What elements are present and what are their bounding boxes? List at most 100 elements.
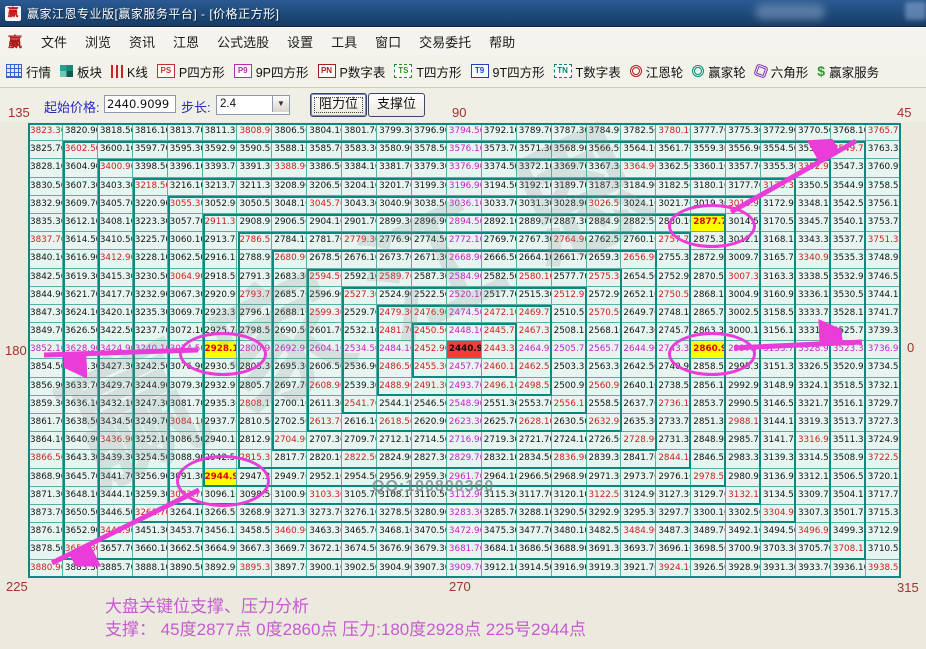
grid-cell: 2772.10 xyxy=(447,232,482,250)
toolbar-label: 板块 xyxy=(77,62,102,81)
grid-cell: 3780.10 xyxy=(656,123,691,141)
grid-cell: 3648.10 xyxy=(63,487,98,505)
menu-item-浏览[interactable]: 浏览 xyxy=(76,29,120,54)
grid-cell: 3204.10 xyxy=(342,178,377,196)
grid-cell: 3597.70 xyxy=(133,141,168,159)
t9-badge-icon: T9 xyxy=(471,64,489,78)
grid-cell: 3854.50 xyxy=(28,359,63,377)
grid-cell: 2786.50 xyxy=(237,232,272,250)
toolbar-button-赢家服务[interactable]: $赢家服务 xyxy=(817,62,879,81)
toolbar-button-江恩轮[interactable]: 江恩轮 xyxy=(630,62,684,81)
grid-cell: 3300.10 xyxy=(691,505,726,523)
toolbar-button-赢家轮[interactable]: 赢家轮 xyxy=(692,62,746,81)
grid-cell: 2508.10 xyxy=(552,323,587,341)
grid-cell: 3316.90 xyxy=(796,432,831,450)
grid-cell: 3182.50 xyxy=(656,178,691,196)
grid-cell: 2601.70 xyxy=(307,323,342,341)
menu-item-工具[interactable]: 工具 xyxy=(322,29,366,54)
grid-cell: 2565.70 xyxy=(587,341,622,359)
grid-cell: 2661.70 xyxy=(552,250,587,268)
toolbar-label: 赢家服务 xyxy=(829,62,879,81)
titlebar-shine xyxy=(755,4,825,20)
grid-cell: 2613.70 xyxy=(307,414,342,432)
angle-label-315: 315 xyxy=(897,580,919,595)
grid-cell: 2652.10 xyxy=(621,287,656,305)
toolbar-button-P数字表[interactable]: PNP数字表 xyxy=(318,62,386,81)
grid-cell: 2872.90 xyxy=(691,250,726,268)
grid-cell: 3374.50 xyxy=(482,159,517,177)
grid-cell: 3672.10 xyxy=(307,541,342,559)
grid-cell: 3496.90 xyxy=(796,523,831,541)
start-price-input[interactable] xyxy=(104,95,176,113)
grid-cell: 3170.50 xyxy=(761,214,796,232)
grid-cell: 3386.50 xyxy=(307,159,342,177)
grid-cell: 2695.30 xyxy=(272,359,307,377)
grid-cell: 3816.10 xyxy=(133,123,168,141)
toolbar-button-K线[interactable]: K线 xyxy=(111,62,148,81)
menu-item-交易委托[interactable]: 交易委托 xyxy=(410,29,480,54)
menu-item-窗口[interactable]: 窗口 xyxy=(366,29,410,54)
grid-cell: 3319.30 xyxy=(796,414,831,432)
grid-cell: 3007.30 xyxy=(726,269,761,287)
grid-cell: 3938.50 xyxy=(866,560,901,578)
grid-cell: 2824.90 xyxy=(377,450,412,468)
grid-cell: 2820.10 xyxy=(307,450,342,468)
grid-cell: 3112.90 xyxy=(447,487,482,505)
grid-cell: 3842.50 xyxy=(28,269,63,287)
toolbar-button-六角形[interactable]: 六角形 xyxy=(755,62,809,81)
grid-cell: 2908.90 xyxy=(237,214,272,232)
grid-cell: 3585.70 xyxy=(307,141,342,159)
toolbar-button-9T四方形[interactable]: T99T四方形 xyxy=(471,62,545,81)
grid-cell: 2868.10 xyxy=(691,287,726,305)
toolbar-button-行情[interactable]: 行情 xyxy=(6,62,51,81)
toolbar-button-T四方形[interactable]: TST四方形 xyxy=(394,62,461,81)
combo-arrow-icon[interactable]: ▼ xyxy=(272,96,289,112)
price-square-grid[interactable]: 3823.303820.903818.503816.103813.703811.… xyxy=(28,123,901,578)
menu-item-公式选股[interactable]: 公式选股 xyxy=(208,29,278,54)
grid-cell: 2858.50 xyxy=(691,359,726,377)
menu-item-资讯[interactable]: 资讯 xyxy=(120,29,164,54)
grid-cell: 3624.10 xyxy=(63,305,98,323)
grid-cell: 2983.30 xyxy=(726,450,761,468)
grid-cell: 2834.50 xyxy=(517,450,552,468)
grid-cell: 3765.70 xyxy=(866,123,901,141)
grid-cell: 3820.90 xyxy=(63,123,98,141)
menu-item-文件[interactable]: 文件 xyxy=(32,29,76,54)
grid-cell: 3513.70 xyxy=(831,414,866,432)
toolbar-button-板块[interactable]: 板块 xyxy=(60,62,102,81)
grid-cell: 3499.30 xyxy=(831,523,866,541)
grid-cell: 3537.70 xyxy=(831,232,866,250)
grid-cell: 2625.70 xyxy=(482,414,517,432)
angle-label-225: 225 xyxy=(6,579,28,594)
grid-cell: 3876.10 xyxy=(28,523,63,541)
title-bar[interactable]: 赢 赢家江恩专业版[赢家服务平台] - [价格正方形] xyxy=(0,0,926,27)
grid-cell: 2709.70 xyxy=(342,432,377,450)
grid-cell: 3768.10 xyxy=(831,123,866,141)
toolbar-button-P四方形[interactable]: PSP四方形 xyxy=(157,62,225,81)
grid-cell: 2800.90 xyxy=(237,341,272,359)
menu-item-设置[interactable]: 设置 xyxy=(278,29,322,54)
menu-item-江恩[interactable]: 江恩 xyxy=(164,29,208,54)
grid-cell: 3036.10 xyxy=(447,196,482,214)
resistance-button[interactable]: 阻力位 xyxy=(310,93,367,117)
grid-cell: 3520.90 xyxy=(831,359,866,377)
grid-cell: 2841.70 xyxy=(621,450,656,468)
angle-label-270: 270 xyxy=(449,579,471,594)
toolbar-button-9P四方形[interactable]: P99P四方形 xyxy=(234,62,309,81)
grid-cell: 2616.10 xyxy=(342,414,377,432)
menu-logo-icon: 赢 xyxy=(8,32,22,52)
grid-cell: 2745.70 xyxy=(656,323,691,341)
toolbar-button-T数字表[interactable]: TNT数字表 xyxy=(554,62,621,81)
grid-cell: 3148.90 xyxy=(761,378,796,396)
grid-cell: 2460.10 xyxy=(482,359,517,377)
menu-item-帮助[interactable]: 帮助 xyxy=(480,29,524,54)
grid-cell: 2534.50 xyxy=(342,341,377,359)
step-combobox[interactable]: 2.4 ▼ xyxy=(216,95,290,115)
grid-cell: 2937.70 xyxy=(203,414,238,432)
support-button[interactable]: 支撑位 xyxy=(368,93,425,117)
grid-cell: 2632.90 xyxy=(587,414,622,432)
grid-cell: 3196.90 xyxy=(447,178,482,196)
toolbar-label: 9P四方形 xyxy=(256,62,309,81)
grid-cell: 3218.50 xyxy=(133,178,168,196)
grid-cell: 2529.70 xyxy=(342,305,377,323)
